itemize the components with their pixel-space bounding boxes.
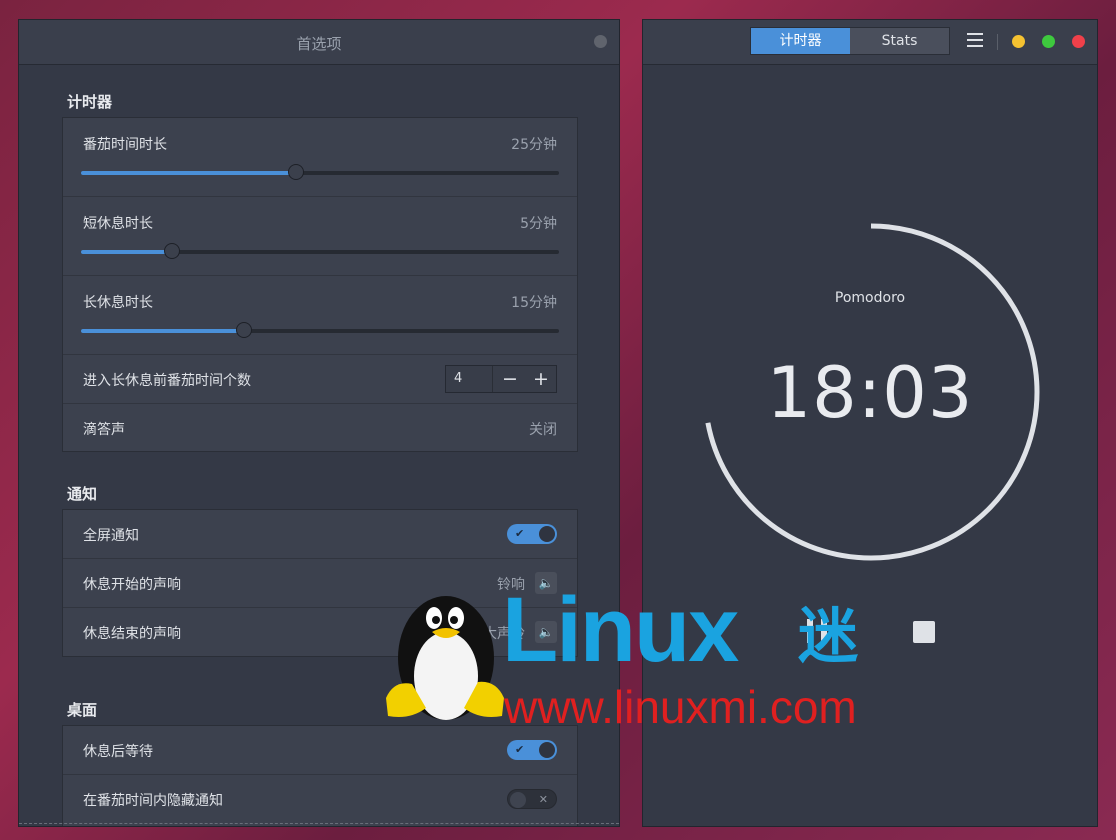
tick-sound-row[interactable]: 滴答声 关闭	[63, 404, 577, 451]
long-break-slider[interactable]	[81, 322, 559, 338]
section-title-notifications: 通知	[67, 485, 98, 503]
maximize-button[interactable]	[1042, 35, 1055, 48]
slider-knob[interactable]	[288, 164, 305, 180]
short-break-value: 5分钟	[520, 216, 557, 232]
wait-after-break-toggle[interactable]: ✔	[507, 740, 557, 760]
pomodoro-duration-row: 番茄时间时长 25分钟	[63, 118, 577, 197]
break-start-sound-label: 休息开始的声响	[83, 577, 181, 593]
watermark-brand-cn: 迷	[798, 602, 858, 672]
minimize-button[interactable]	[1012, 35, 1025, 48]
watermark-brand: Linux	[502, 579, 739, 681]
pomodoro-duration-label: 番茄时间时长	[83, 137, 167, 153]
toggle-knob	[539, 526, 555, 542]
timer-countdown: 18:03	[766, 352, 974, 434]
long-break-value: 15分钟	[511, 295, 557, 311]
break-end-sound-label: 休息结束的声响	[83, 626, 181, 642]
hide-notifications-toggle[interactable]: ✕	[507, 789, 557, 809]
short-break-label: 短休息时长	[83, 216, 153, 232]
fullscreen-notification-toggle[interactable]: ✔	[507, 524, 557, 544]
pomodoro-count-stepper[interactable]: 4 − +	[445, 365, 557, 393]
timer-state-label: Pomodoro	[834, 290, 906, 306]
pomodoro-count-label: 进入长休息前番茄时间个数	[83, 373, 251, 389]
wait-after-break-label: 休息后等待	[83, 744, 153, 760]
fullscreen-notification-row: 全屏通知 ✔	[63, 510, 577, 559]
decrement-button[interactable]: −	[494, 366, 526, 392]
section-title-desktop: 桌面	[67, 701, 98, 719]
check-icon: ✔	[515, 527, 525, 540]
hide-notifications-label: 在番茄时间内隐藏通知	[83, 793, 223, 809]
toggle-knob	[510, 792, 526, 808]
check-icon: ✔	[515, 743, 525, 756]
slider-fill	[81, 250, 172, 254]
long-break-label: 长休息时长	[83, 295, 153, 311]
tab-timer[interactable]: 计时器	[751, 28, 850, 54]
timer-settings-group: 番茄时间时长 25分钟 短休息时长 5分钟 长休息时长 15分钟 进入长休息前番…	[62, 117, 578, 452]
desktop-settings-group: 休息后等待 ✔ 在番茄时间内隐藏通知 ✕	[62, 725, 578, 826]
increment-button[interactable]: +	[525, 366, 557, 392]
slider-fill	[81, 329, 244, 333]
stop-button[interactable]	[913, 621, 935, 643]
penguin-logo	[386, 596, 504, 720]
fullscreen-notification-label: 全屏通知	[83, 528, 139, 544]
close-button[interactable]	[1072, 35, 1085, 48]
slider-knob[interactable]	[163, 243, 180, 259]
short-break-row: 短休息时长 5分钟	[63, 197, 577, 276]
pomodoro-count-row: 进入长休息前番茄时间个数 4 − +	[63, 355, 577, 404]
cross-icon: ✕	[538, 793, 548, 806]
hamburger-menu-icon[interactable]	[967, 33, 983, 51]
preferences-title: 首选项	[296, 35, 342, 53]
short-break-slider[interactable]	[81, 243, 559, 259]
pomodoro-duration-slider[interactable]	[81, 164, 559, 180]
section-title-timer: 计时器	[67, 93, 113, 111]
tab-stats[interactable]: Stats	[850, 28, 949, 54]
close-icon[interactable]	[594, 35, 607, 48]
watermark-url: www.linuxmi.com	[504, 681, 857, 733]
tick-sound-value[interactable]: 关闭	[529, 419, 557, 439]
pomodoro-count-value[interactable]: 4	[454, 371, 462, 386]
divider	[492, 366, 493, 392]
toggle-knob	[539, 742, 555, 758]
slider-fill	[81, 171, 297, 175]
tick-sound-label: 滴答声	[83, 422, 125, 438]
timer-header: 计时器 Stats	[643, 20, 1097, 65]
wait-after-break-row: 休息后等待 ✔	[63, 726, 577, 775]
pomodoro-duration-value: 25分钟	[511, 137, 557, 153]
view-switcher: 计时器 Stats	[750, 27, 950, 55]
long-break-row: 长休息时长 15分钟	[63, 276, 577, 355]
watermark: Linux 迷 www.linuxmi.com	[380, 580, 900, 730]
divider	[997, 34, 998, 50]
divider	[19, 823, 619, 824]
preferences-header: 首选项	[19, 20, 619, 65]
hide-notifications-row: 在番茄时间内隐藏通知 ✕	[63, 775, 577, 824]
slider-knob[interactable]	[235, 322, 252, 338]
